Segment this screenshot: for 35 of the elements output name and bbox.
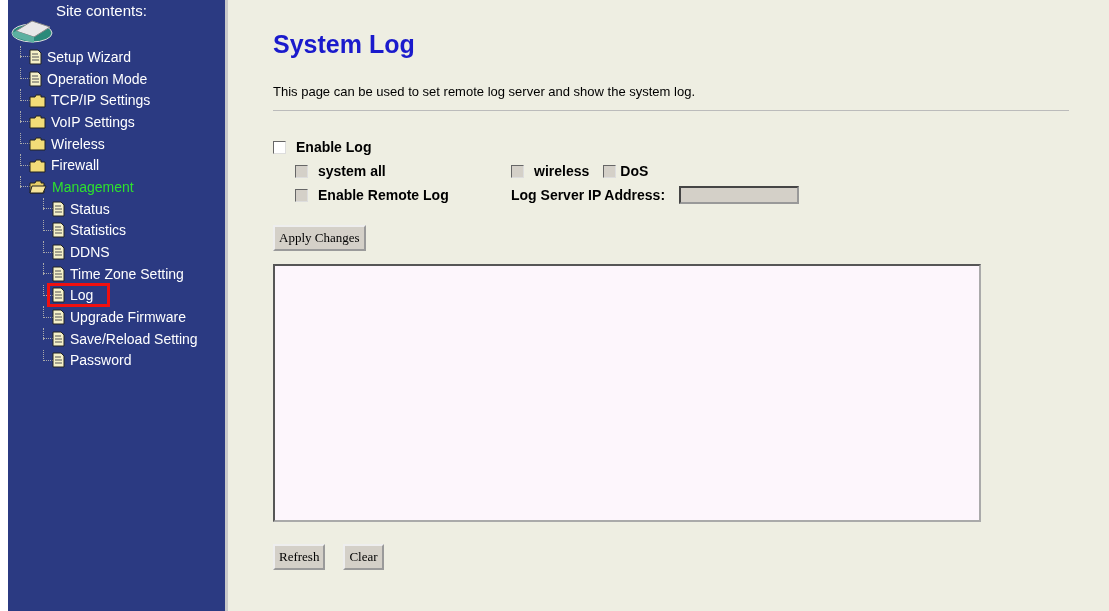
page-title: System Log bbox=[273, 30, 416, 59]
page-icon bbox=[52, 309, 65, 326]
sidebar-item[interactable]: Statistics bbox=[47, 218, 131, 243]
page-icon bbox=[29, 48, 42, 65]
page-icon bbox=[52, 330, 65, 347]
sidebar-title: Site contents: bbox=[56, 2, 147, 19]
sidebar-item[interactable]: Log bbox=[47, 283, 111, 308]
page-icon bbox=[52, 244, 65, 261]
open-folder-icon bbox=[29, 179, 47, 195]
folder-icon bbox=[29, 157, 46, 173]
folder-icon bbox=[29, 136, 46, 152]
folder-icon bbox=[29, 114, 46, 130]
checkbox-label: Enable Remote Log bbox=[318, 187, 449, 203]
field-label: Log Server IP Address: bbox=[511, 187, 666, 203]
checkbox-label: wireless bbox=[534, 163, 590, 179]
checkbox-label: Enable Log bbox=[296, 139, 372, 155]
page-icon bbox=[29, 70, 42, 87]
checkbox[interactable] bbox=[273, 140, 286, 154]
page-icon bbox=[52, 265, 65, 282]
page-description: This page can be used to set remote log server and show the system log. bbox=[273, 84, 696, 99]
checkbox-label: DoS bbox=[620, 163, 649, 179]
page-icon bbox=[52, 200, 65, 217]
sidebar-item[interactable]: Status bbox=[47, 196, 115, 221]
page-icon bbox=[52, 287, 65, 304]
folder-icon bbox=[29, 92, 46, 108]
sidebar-item[interactable]: Password bbox=[47, 348, 137, 373]
checkbox-label: system all bbox=[318, 163, 386, 179]
sidebar-item[interactable]: Wireless bbox=[24, 131, 110, 156]
button[interactable]: Clear bbox=[343, 544, 384, 570]
sidebar-item[interactable]: Operation Mode bbox=[24, 66, 153, 91]
apply-changes-button[interactable]: Apply Changes bbox=[273, 225, 366, 251]
sidebar-item[interactable]: Setup Wizard bbox=[24, 44, 137, 69]
button[interactable]: Refresh bbox=[273, 544, 326, 570]
page-icon bbox=[52, 352, 65, 369]
page-icon bbox=[52, 222, 65, 239]
